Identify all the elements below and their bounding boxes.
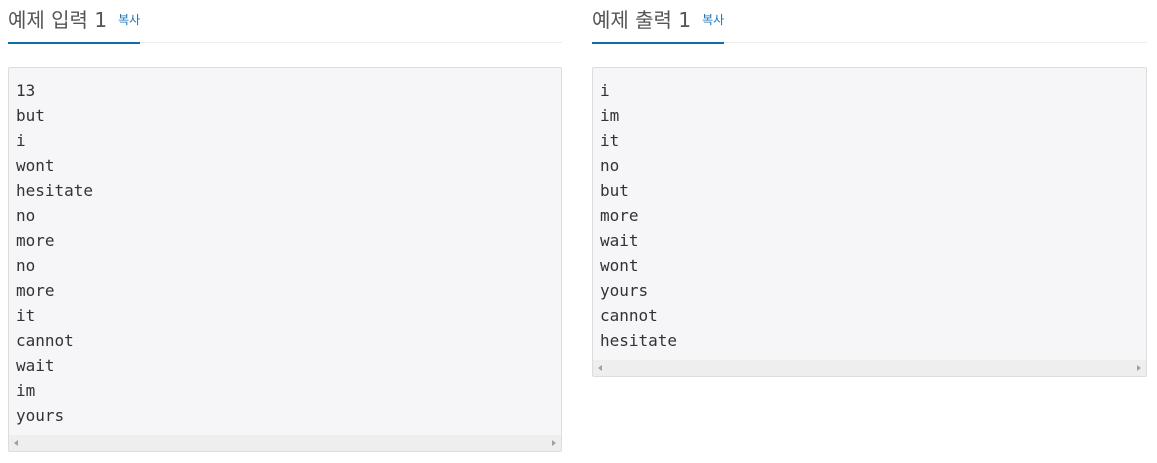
sample-output-line: wont (600, 256, 639, 275)
scroll-right-arrow-icon[interactable] (552, 440, 556, 446)
sample-input-title-underline: 예제 입력 1 복사 (8, 0, 141, 44)
scroll-left-arrow-icon[interactable] (598, 365, 602, 371)
sample-input-line: more (16, 281, 55, 300)
sample-input-line: more (16, 231, 55, 250)
sample-input-line: cannot (16, 331, 74, 350)
sample-input-line: im (16, 381, 36, 400)
sample-output-line: hesitate (600, 331, 678, 350)
sample-output-line: yours (600, 281, 649, 300)
sample-input-line: yours (16, 406, 65, 425)
sample-output-title-underline: 예제 출력 1 복사 (592, 0, 725, 44)
sample-input-section: 예제 입력 1 복사 13 but i wont hesitate no more no mor… (8, 0, 562, 452)
sample-input-line: 13 (16, 81, 36, 100)
sample-output-text: i im it no but more wait wont yours cannot hesitat… (593, 68, 1146, 353)
copy-output-button[interactable]: 복사 (702, 11, 724, 28)
sample-output-box[interactable]: i im it no but more wait wont yours cannot hesitat… (592, 67, 1147, 377)
sample-output-line: but (600, 181, 629, 200)
sample-output-line: wait (600, 231, 639, 250)
sample-output-line: i (600, 81, 610, 100)
sample-input-line: hesitate (16, 181, 94, 200)
sample-output-line: cannot (600, 306, 658, 325)
sample-output-section: 예제 출력 1 복사 i im it no but more wait wont yours ca… (592, 0, 1147, 377)
sample-input-header: 예제 입력 1 복사 (8, 0, 562, 44)
sample-input-line: wont (16, 156, 55, 175)
sample-output-line: no (600, 156, 620, 175)
copy-input-button[interactable]: 복사 (118, 11, 140, 28)
sample-input-line: i (16, 131, 26, 150)
sample-input-line: but (16, 106, 45, 125)
sample-output-line: more (600, 206, 639, 225)
sample-output-line: it (600, 131, 620, 150)
sample-output-line: im (600, 106, 620, 125)
sample-output-header: 예제 출력 1 복사 (592, 0, 1147, 44)
sample-input-line: no (16, 256, 36, 275)
sample-input-text: 13 but i wont hesitate no more no more it cannot wa… (9, 68, 561, 428)
sample-output-title: 예제 출력 1 (592, 8, 692, 32)
scroll-right-arrow-icon[interactable] (1137, 365, 1141, 371)
scroll-left-arrow-icon[interactable] (14, 440, 18, 446)
horizontal-scrollbar[interactable] (9, 435, 561, 451)
sample-input-line: wait (16, 356, 55, 375)
sample-input-box[interactable]: 13 but i wont hesitate no more no more it cannot wa… (8, 67, 562, 452)
sample-input-line: it (16, 306, 36, 325)
horizontal-scrollbar[interactable] (593, 360, 1146, 376)
sample-input-line: no (16, 206, 36, 225)
sample-input-title: 예제 입력 1 (8, 8, 108, 32)
